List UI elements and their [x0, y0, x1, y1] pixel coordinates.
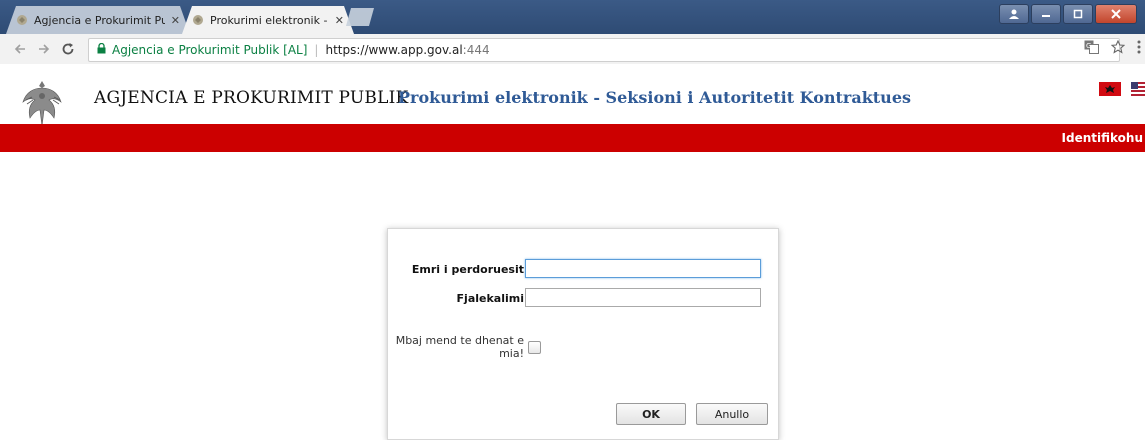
tab-title: Agjencia e Prokurimit Pu	[34, 13, 165, 27]
toolbar-icons: G	[1084, 39, 1141, 58]
password-label: Fjalekalimi	[456, 292, 524, 305]
username-row: Emri i perdoruesit	[388, 259, 778, 281]
tab-agjencia[interactable]: Agjencia e Prokurimit Pu ✕	[6, 6, 190, 34]
new-tab-button[interactable]	[346, 8, 374, 26]
red-navigation-bar: Identifikohu	[0, 124, 1145, 152]
reload-icon[interactable]	[58, 39, 78, 59]
svg-text:G: G	[1086, 42, 1091, 50]
forward-arrow-icon[interactable]	[34, 39, 54, 59]
eagle-favicon-icon	[16, 14, 28, 26]
remember-me-label: Mbaj mend te dhenat e mia!	[395, 334, 524, 360]
window-close-icon[interactable]	[1095, 4, 1137, 24]
cancel-button[interactable]: Anullo	[696, 403, 768, 425]
translate-icon[interactable]: G	[1084, 40, 1099, 58]
section-title: Prokurimi elektronik - Seksioni i Autori…	[398, 88, 911, 107]
kebab-menu-icon[interactable]	[1137, 40, 1141, 58]
tab-close-icon[interactable]: ✕	[335, 14, 344, 27]
lock-icon	[97, 42, 106, 57]
tab-close-icon[interactable]: ✕	[171, 14, 180, 27]
ok-button[interactable]: OK	[616, 403, 686, 425]
url-port: :444	[462, 43, 490, 57]
albanian-flag-icon[interactable]	[1099, 82, 1121, 96]
user-profile-icon[interactable]	[999, 4, 1029, 24]
tab-prokurimi-elektronik[interactable]: Prokurimi elektronik - Se ✕	[182, 6, 354, 34]
url-host: https://www.app.gov.al	[325, 43, 463, 57]
coat-of-arms-logo	[20, 78, 64, 130]
minimize-icon[interactable]	[1031, 4, 1061, 24]
back-arrow-icon[interactable]	[10, 39, 30, 59]
login-dialog: Emri i perdoruesit Fjalekalimi Mbaj mend…	[387, 228, 779, 440]
star-icon[interactable]	[1110, 39, 1126, 58]
identify-link[interactable]: Identifikohu	[1062, 131, 1143, 145]
eagle-favicon-icon	[192, 14, 204, 26]
maximize-icon[interactable]	[1063, 4, 1093, 24]
username-label: Emri i perdoruesit	[411, 263, 524, 276]
site-identity-label: Agjencia e Prokurimit Publik [AL]	[112, 43, 308, 57]
remember-me-checkbox[interactable]	[528, 341, 541, 354]
agency-name: AGJENCIA E PROKURIMIT PUBLIK	[94, 88, 409, 108]
browser-toolbar: Agjencia e Prokurimit Publik [AL] | http…	[0, 34, 1145, 65]
language-flags	[1099, 82, 1145, 96]
window-controls	[999, 4, 1137, 24]
tab-title: Prokurimi elektronik - Se	[210, 13, 328, 27]
address-separator: |	[314, 43, 319, 57]
english-flag-icon[interactable]	[1131, 82, 1145, 96]
password-row: Fjalekalimi	[388, 288, 778, 310]
username-input[interactable]	[525, 259, 761, 278]
address-bar[interactable]: Agjencia e Prokurimit Publik [AL] | http…	[88, 38, 1120, 62]
password-input[interactable]	[525, 288, 761, 307]
browser-titlebar: Agjencia e Prokurimit Pu ✕ Prokurimi ele…	[0, 0, 1145, 34]
